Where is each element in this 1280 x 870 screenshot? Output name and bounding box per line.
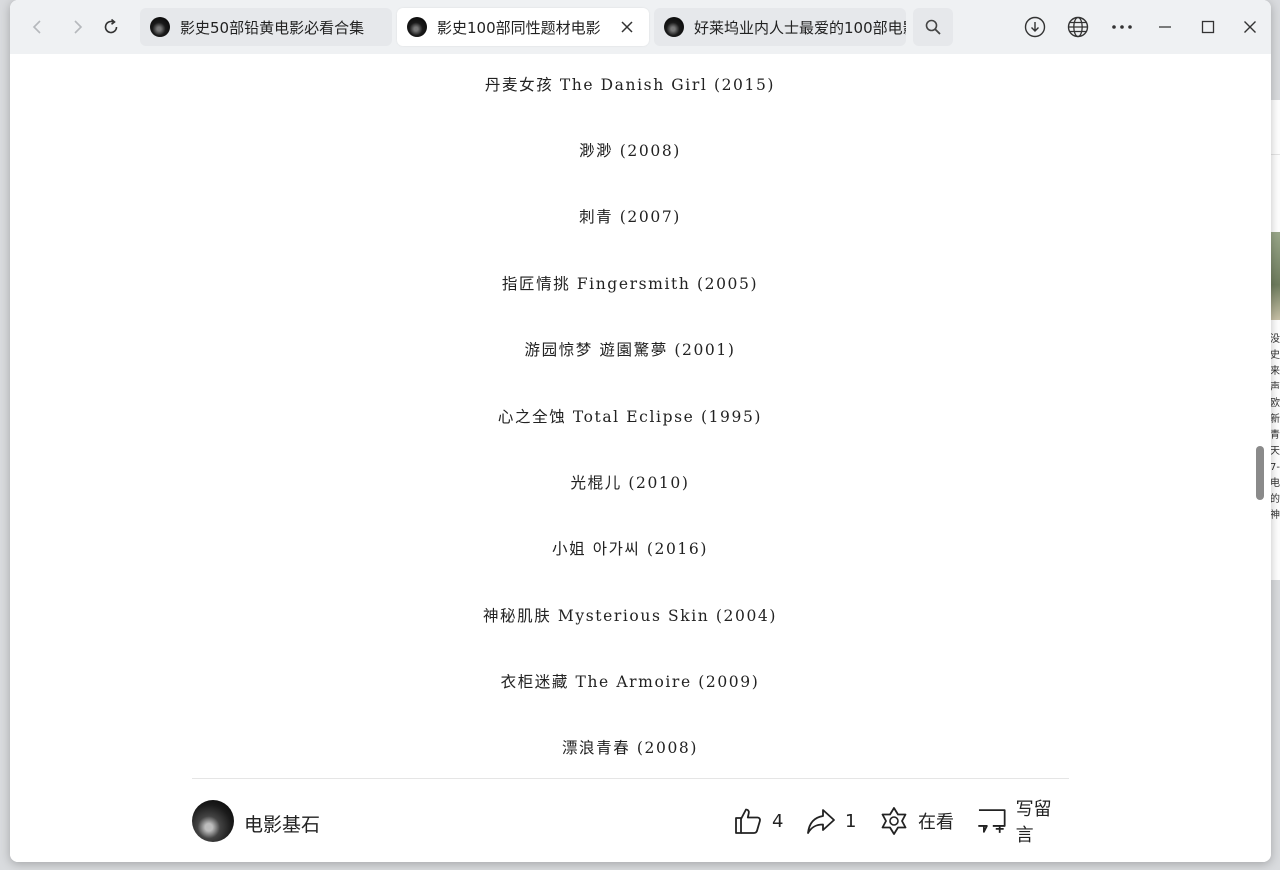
author-name[interactable]: 电影基石 bbox=[244, 810, 320, 837]
forward-button[interactable] bbox=[65, 14, 91, 40]
more-icon bbox=[1112, 25, 1132, 29]
close-icon bbox=[621, 21, 633, 33]
film-title: 游园惊梦 遊園驚夢 (2001) bbox=[524, 341, 736, 359]
author-avatar[interactable] bbox=[192, 800, 234, 842]
film-title: 指匠情挑 Fingersmith (2005) bbox=[501, 275, 759, 293]
film-title: 刺青 (2007) bbox=[579, 208, 681, 226]
write-comment-button[interactable]: 写留言 bbox=[976, 799, 1069, 846]
film-title: 衣柜迷藏 The Armoire (2009) bbox=[500, 673, 760, 691]
watching-button[interactable]: 在看 bbox=[878, 804, 954, 838]
comment-label: 写留言 bbox=[1015, 799, 1052, 846]
tab-label: 好莱坞业内人士最爱的100部电影 bbox=[694, 18, 906, 37]
close-tab-button[interactable] bbox=[617, 17, 637, 37]
site-favicon-icon bbox=[407, 17, 427, 37]
tab-1[interactable]: 影史50部铅黄电影必看合集 bbox=[140, 8, 392, 46]
reload-button[interactable] bbox=[98, 14, 124, 40]
film-title: 渺渺 (2008) bbox=[579, 142, 681, 160]
site-favicon-icon bbox=[150, 17, 170, 37]
download-button[interactable] bbox=[1022, 14, 1048, 40]
scrollbar-thumb[interactable] bbox=[1256, 446, 1264, 500]
background-text: 没史来声欧，新，青天7-电的神 bbox=[1270, 334, 1280, 521]
tab-3[interactable]: 好莱坞业内人士最爱的100部电影 bbox=[654, 8, 906, 46]
forward-arrow-icon bbox=[74, 20, 83, 34]
reload-icon bbox=[104, 18, 118, 34]
article-footer: 电影基石 4 1 在看 写留言 bbox=[192, 798, 1069, 846]
film-title: 心之全蚀 Total Eclipse (1995) bbox=[497, 408, 763, 426]
share-arrow-icon bbox=[807, 809, 835, 834]
more-menu-button[interactable] bbox=[1109, 14, 1135, 40]
watching-flower-icon bbox=[881, 807, 907, 835]
search-icon bbox=[925, 19, 941, 35]
tab-label: 影史50部铅黄电影必看合集 bbox=[180, 18, 365, 37]
film-title: 漂浪青春 (2008) bbox=[561, 739, 699, 757]
back-button[interactable] bbox=[24, 14, 50, 40]
download-icon bbox=[1024, 16, 1046, 38]
minimize-icon bbox=[1159, 26, 1171, 28]
globe-icon bbox=[1067, 16, 1089, 38]
like-count: 4 bbox=[772, 810, 784, 832]
footer-divider bbox=[192, 778, 1069, 779]
back-arrow-icon bbox=[32, 20, 41, 34]
share-button[interactable]: 1 bbox=[805, 804, 856, 838]
site-favicon-icon bbox=[664, 17, 684, 37]
share-count: 1 bbox=[845, 810, 857, 832]
film-title: 小姐 아가씨 (2016) bbox=[552, 540, 708, 558]
title-bar: 影史50部铅黄电影必看合集 影史100部同性题材电影 好莱坞业内人士最爱的100… bbox=[10, 0, 1271, 54]
page-content[interactable]: 丹麦女孩 The Danish Girl (2015) 渺渺 (2008) 刺青… bbox=[10, 54, 1271, 862]
comment-icon bbox=[978, 809, 1006, 833]
thumbs-up-icon bbox=[735, 808, 761, 834]
tab-label: 影史100部同性题材电影 bbox=[437, 18, 601, 37]
translate-button[interactable] bbox=[1065, 14, 1091, 40]
browser-window: 影史50部铅黄电影必看合集 影史100部同性题材电影 好莱坞业内人士最爱的100… bbox=[10, 0, 1271, 862]
minimize-button[interactable] bbox=[1152, 14, 1178, 40]
close-window-button[interactable] bbox=[1237, 14, 1263, 40]
tab-search-button[interactable] bbox=[913, 8, 953, 46]
maximize-button[interactable] bbox=[1195, 14, 1221, 40]
background-photo bbox=[1270, 232, 1280, 320]
film-title: 光棍儿 (2010) bbox=[570, 474, 690, 492]
close-icon bbox=[1244, 21, 1256, 33]
tab-2-active[interactable]: 影史100部同性题材电影 bbox=[397, 8, 649, 46]
watching-label: 在看 bbox=[918, 812, 954, 833]
film-title: 神秘肌肤 Mysterious Skin (2004) bbox=[482, 607, 778, 625]
film-title: 丹麦女孩 The Danish Girl (2015) bbox=[484, 76, 776, 94]
maximize-icon bbox=[1201, 20, 1215, 34]
like-button[interactable]: 4 bbox=[732, 804, 783, 838]
